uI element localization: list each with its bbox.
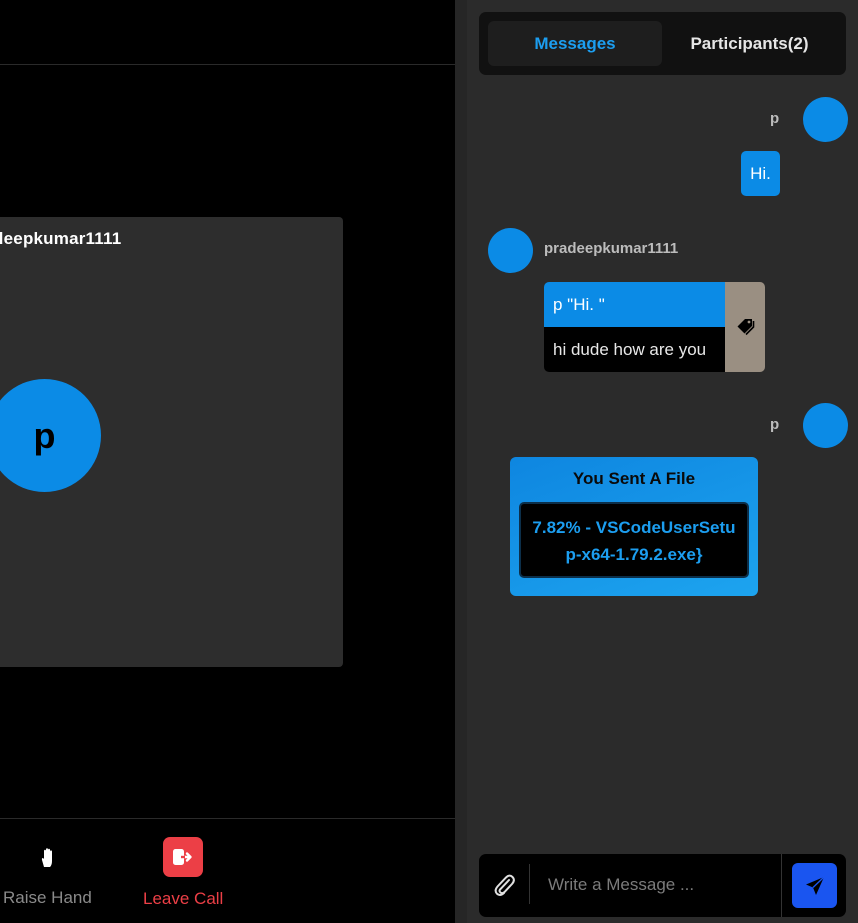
message-input[interactable]: [540, 862, 776, 908]
leave-icon: [163, 837, 203, 877]
paperclip-icon: [494, 874, 515, 896]
sender-avatar: [803, 97, 848, 142]
message-sender: p: [770, 416, 780, 433]
participant-tile-name: pradeepkumar1111: [0, 229, 122, 248]
message-bubble: Hi.: [741, 151, 780, 196]
file-message: You Sent A File 7.82% - VSCodeUserSetup-…: [510, 457, 758, 596]
panel-divider[interactable]: [455, 0, 467, 923]
composer-separator: [781, 854, 782, 917]
leave-call-button[interactable]: Leave Call: [140, 836, 230, 916]
file-message-title: You Sent A File: [572, 469, 696, 488]
tab-messages[interactable]: Messages: [488, 21, 662, 66]
sender-avatar: [488, 228, 533, 273]
reply-tag-button[interactable]: [725, 282, 765, 372]
tab-participants[interactable]: Participants(2): [672, 21, 827, 66]
reply-message: p "Hi. " hi dude how are you: [544, 282, 765, 372]
tag-icon: [737, 319, 755, 336]
participant-tile-initial: p: [33, 414, 56, 456]
hand-icon: [41, 848, 52, 867]
video-area: pradeepkumar1111 p Raise Hand Leave Call: [0, 0, 455, 923]
reply-text: hi dude how are you: [544, 327, 725, 372]
file-progress-link[interactable]: 7.82% - VSCodeUserSetup-x64-1.79.2.exe}: [519, 502, 749, 578]
send-button[interactable]: [792, 863, 837, 908]
raise-hand-button[interactable]: Raise Hand: [0, 845, 96, 915]
video-top-bar: [0, 0, 455, 65]
send-icon: [805, 875, 824, 895]
composer-separator: [529, 864, 530, 904]
sender-avatar: [803, 403, 848, 448]
leave-call-label: Leave Call: [143, 889, 224, 908]
reply-quote: p "Hi. ": [544, 282, 725, 327]
message-sender: p: [770, 110, 780, 127]
raise-hand-label: Raise Hand: [3, 888, 92, 907]
attach-button[interactable]: [490, 870, 518, 900]
message-sender: pradeepkumar1111: [544, 240, 679, 257]
